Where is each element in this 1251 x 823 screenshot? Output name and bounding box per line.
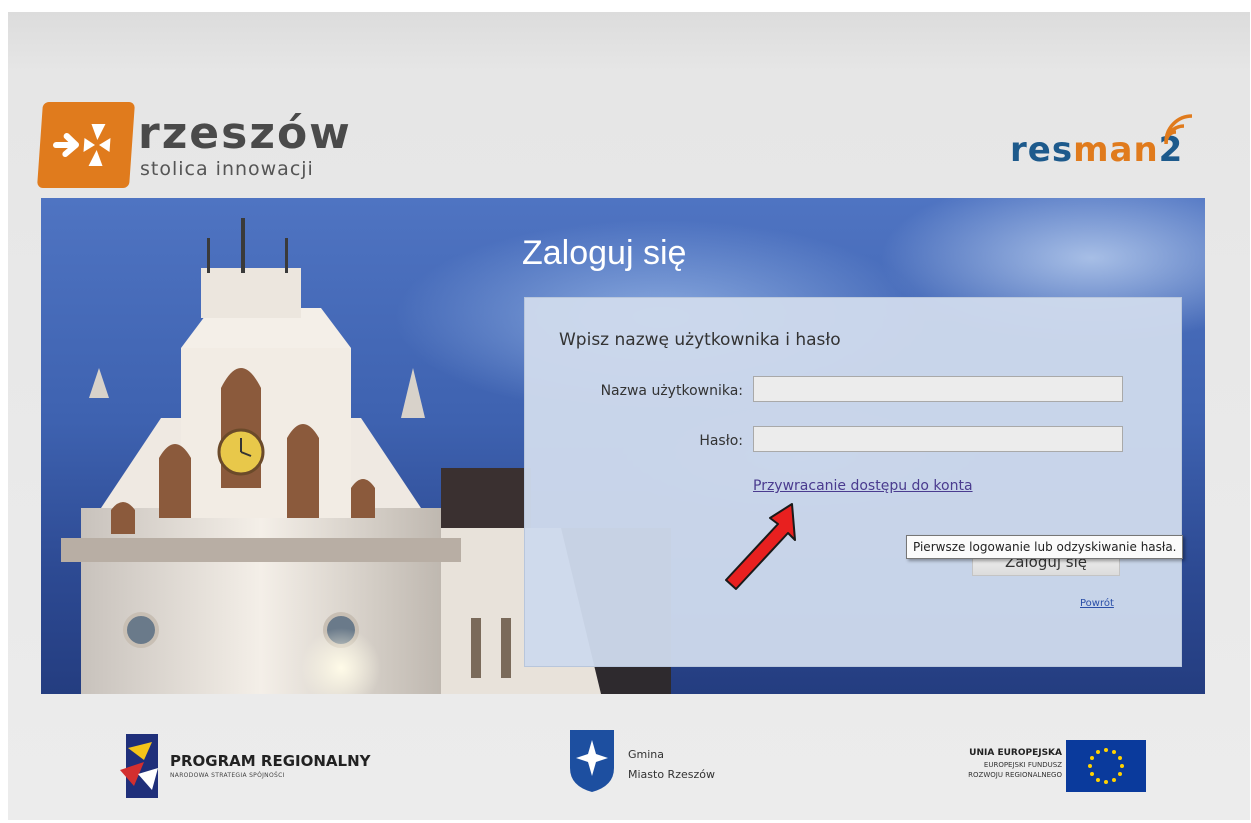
resman-logo-highlight: man (1073, 130, 1159, 170)
page-title: Zaloguj się (522, 234, 687, 272)
red-arrow-icon (725, 503, 796, 590)
program-regionalny-logo: PROGRAM REGIONALNY NARODOWA STRATEGIA SP… (118, 734, 378, 798)
signal-waves-icon (1164, 114, 1193, 145)
eu-logo: UNIA EUROPEJSKA EUROPEJSKI FUNDUSZ ROZWO… (920, 740, 1150, 796)
gmina-label: Gmina (628, 748, 665, 761)
program-regionalny-subtitle: NARODOWA STRATEGIA SPÓJNOŚCI (170, 772, 285, 779)
password-label: Hasło: (699, 433, 743, 449)
username-input[interactable] (753, 376, 1123, 402)
rzeszow-coat-of-arms-icon (570, 730, 614, 792)
eu-flag-icon (1066, 740, 1146, 792)
eu-title: UNIA EUROPEJSKA (969, 748, 1062, 758)
resman-logo-text: resman2 (1010, 130, 1183, 170)
recover-link-tooltip: Pierwsze logowanie lub odzyskiwanie hasł… (906, 535, 1184, 559)
rzeszow-logo: rzeszów stolica innowacji (36, 100, 350, 190)
recover-account-link[interactable]: Przywracanie dostępu do konta (753, 478, 973, 494)
eu-fund-line1: EUROPEJSKI FUNDUSZ (983, 761, 1062, 769)
resman-logo: resman2 (1010, 112, 1210, 182)
program-regionalny-flag-icon (120, 734, 158, 798)
login-panel-title: Wpisz nazwę użytkownika i hasło (559, 330, 841, 350)
program-regionalny-title: PROGRAM REGIONALNY (170, 752, 371, 770)
username-label: Nazwa użytkownika: (600, 383, 743, 399)
gmina-logo: Gmina Miasto Rzeszów (568, 728, 748, 798)
rzeszow-logo-tagline: stolica innowacji (140, 158, 314, 180)
login-panel: Wpisz nazwę użytkownika i hasło Nazwa uż… (524, 297, 1182, 667)
resman-logo-prefix: res (1010, 130, 1074, 170)
password-input[interactable] (753, 426, 1123, 452)
rzeszow-logo-word: rzeszów (138, 108, 352, 159)
back-link[interactable]: Powrót (1080, 598, 1114, 609)
rzeszow-mark-icon (36, 102, 136, 188)
eu-fund-line2: ROZWOJU REGIONALNEGO (968, 771, 1062, 779)
gmina-city-label: Miasto Rzeszów (628, 768, 715, 781)
